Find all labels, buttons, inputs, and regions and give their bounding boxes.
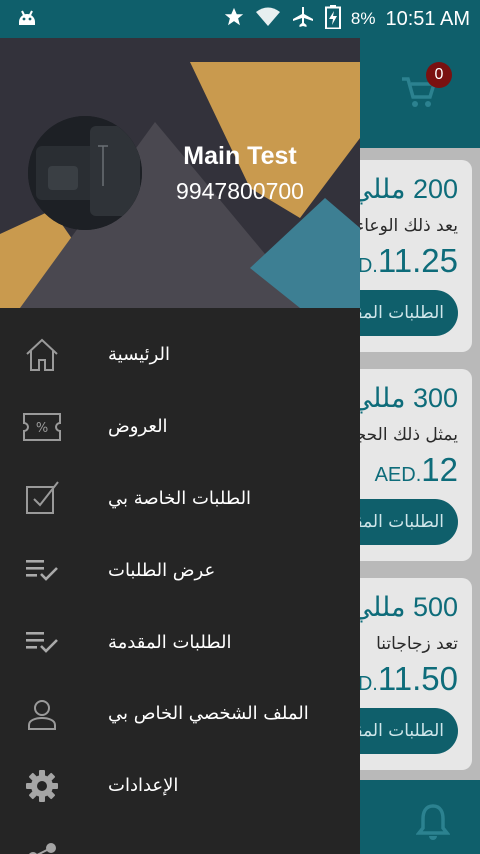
share-icon: [22, 837, 62, 854]
product-description: يعد ذلك الوعاء: [356, 216, 458, 236]
svg-text:%: %: [36, 421, 48, 436]
product-description: يمثل ذلك الحجم: [344, 425, 458, 445]
menu-item-share[interactable]: [0, 822, 360, 854]
menu-item-home[interactable]: الرئيسية: [0, 319, 360, 391]
percent-ticket-icon: %: [22, 407, 62, 447]
user-phone: 9947800700: [176, 178, 304, 204]
checkbox-icon: [22, 478, 62, 518]
price-value: 12: [421, 451, 458, 488]
wifi-icon: [255, 6, 281, 32]
menu-item-settings[interactable]: الإعدادات: [0, 750, 360, 822]
gear-icon: [22, 766, 62, 806]
menu-item-label: عرض الطلبات: [108, 559, 216, 581]
product-price: AED.12: [375, 451, 458, 489]
menu-item-view-orders[interactable]: عرض الطلبات: [0, 534, 360, 606]
menu-item-label: الرئيسية: [108, 344, 170, 366]
android-icon: [16, 8, 38, 34]
cart-badge: 0: [426, 62, 452, 88]
drawer-header: Main Test 9947800700: [0, 38, 360, 308]
star-icon: [223, 6, 245, 32]
product-title: 300 مللي: [350, 383, 458, 413]
menu-item-label: الطلبات المقدمة: [108, 631, 232, 653]
product-title: 500 مللي: [350, 592, 458, 622]
menu-item-my-orders[interactable]: الطلبات الخاصة بي: [0, 463, 360, 535]
user-name: Main Test: [183, 142, 297, 170]
menu-item-label: العروض: [108, 416, 168, 438]
battery-icon: [324, 5, 341, 33]
menu-item-submitted-orders[interactable]: الطلبات المقدمة: [0, 606, 360, 678]
list-check-icon: [22, 550, 62, 590]
menu-item-label: الملف الشخصي الخاص بي: [108, 703, 309, 725]
product-description: تعد زجاجاتنا: [376, 634, 458, 654]
menu-item-label: الطلبات الخاصة بي: [108, 487, 252, 509]
price-value: 11.25: [377, 242, 458, 279]
status-bar: 8% 10:51 AM: [0, 0, 480, 38]
price-currency: AED.: [374, 464, 422, 486]
airplane-icon: [291, 5, 315, 33]
menu-item-label: الإعدادات: [108, 775, 179, 797]
menu-item-offers[interactable]: % العروض: [0, 391, 360, 463]
product-title: 200 مللي: [350, 174, 458, 204]
menu-item-profile[interactable]: الملف الشخصي الخاص بي: [0, 678, 360, 750]
bell-icon[interactable]: [415, 802, 451, 846]
price-value: 11.50: [377, 660, 458, 697]
avatar[interactable]: [28, 116, 142, 230]
list-check-icon: [22, 622, 62, 662]
home-icon: [22, 335, 62, 375]
navigation-drawer: Main Test 9947800700 الرئيسية % العروض ا…: [0, 38, 360, 854]
clock: 10:51 AM: [385, 7, 470, 30]
battery-percent: 8%: [350, 9, 376, 28]
drawer-menu: الرئيسية % العروض الطلبات الخاصة بي عرض …: [0, 319, 360, 854]
person-icon: [22, 694, 62, 734]
